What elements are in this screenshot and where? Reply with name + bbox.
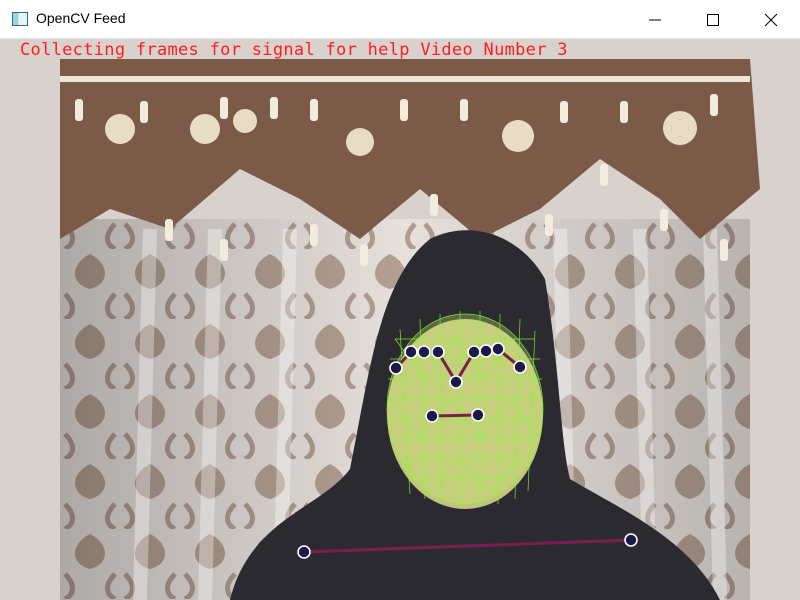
camera-frame (0, 39, 800, 600)
opencv-window-icon (12, 12, 28, 26)
close-button[interactable] (742, 0, 800, 39)
window-title: OpenCV Feed (36, 10, 126, 26)
close-icon (764, 13, 778, 27)
minimize-button[interactable] (626, 0, 684, 39)
camera-feed: Collecting frames for signal for help Vi… (0, 39, 800, 600)
window-titlebar[interactable]: OpenCV Feed (0, 0, 800, 39)
maximize-icon (707, 14, 719, 26)
status-overlay-text: Collecting frames for signal for help Vi… (20, 40, 568, 60)
maximize-button[interactable] (684, 0, 742, 39)
minimize-icon (649, 19, 661, 21)
